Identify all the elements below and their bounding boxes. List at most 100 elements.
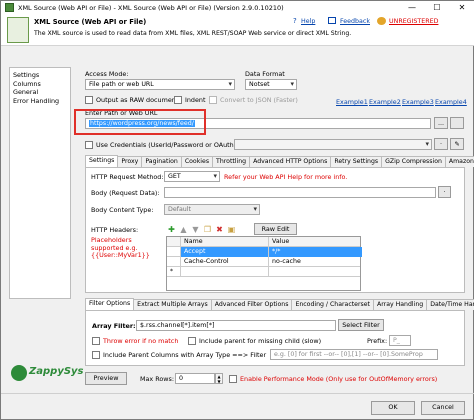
grid-header-row: Name Value xyxy=(167,237,360,247)
raw-document-checkbox[interactable] xyxy=(85,96,93,104)
preview-button[interactable]: Preview xyxy=(85,372,127,385)
access-mode-select[interactable]: File path or web URL xyxy=(85,79,235,90)
performance-mode-checkbox[interactable] xyxy=(229,375,237,383)
tab-amazon[interactable]: Amazon A xyxy=(444,156,474,167)
body-edit-button[interactable]: · xyxy=(438,186,451,198)
grid-cell[interactable]: Accept xyxy=(181,247,269,257)
move-down-icon[interactable]: ▼ xyxy=(191,225,200,234)
raw-edit-button[interactable]: Raw Edit xyxy=(254,223,297,235)
include-parent-checkbox[interactable] xyxy=(188,337,196,345)
tab-pagination[interactable]: Pagination xyxy=(141,156,182,167)
placeholder-hint: Placeholders supported e.g. {{User::MyVa… xyxy=(91,236,150,259)
json-checkbox[interactable] xyxy=(209,96,217,104)
help-icon[interactable]: ? xyxy=(293,17,297,25)
header-title: XML Source (Web API or File) xyxy=(34,18,147,26)
minimize-button[interactable]: — xyxy=(399,1,425,14)
sidebar: Settings Columns General Error Handling xyxy=(9,67,71,299)
tab-encoding[interactable]: Encoding / Characterset xyxy=(291,299,374,310)
feedback-icon[interactable] xyxy=(328,17,336,24)
header-panel: XML Source (Web API or File) The XML sou… xyxy=(1,14,474,46)
include-parent-columns-label: Include Parent Columns with Array Type =… xyxy=(103,351,267,359)
variable-button[interactable] xyxy=(450,117,464,129)
delete-icon[interactable]: ✖ xyxy=(215,225,224,234)
headers-label: HTTP Headers: xyxy=(91,226,139,234)
table-row[interactable]: Cache-Control no-cache xyxy=(167,257,360,267)
header-description: The XML source is used to read data from… xyxy=(34,30,352,37)
example1-link[interactable]: Example1 xyxy=(336,98,368,106)
help-link[interactable]: Help xyxy=(301,18,315,25)
paste-icon[interactable]: ▣ xyxy=(227,225,236,234)
indent-checkbox[interactable] xyxy=(174,96,182,104)
tab-advanced-filter[interactable]: Advanced Filter Options xyxy=(210,299,293,310)
cancel-button[interactable]: Cancel xyxy=(421,401,465,415)
add-header-icon[interactable]: ✚ xyxy=(167,225,176,234)
sidebar-item-columns[interactable]: Columns xyxy=(13,80,67,89)
grid-cell[interactable]: Cache-Control xyxy=(181,257,269,267)
sidebar-item-general[interactable]: General xyxy=(13,88,67,97)
data-format-select[interactable]: Notset xyxy=(245,79,297,90)
example4-link[interactable]: Example4 xyxy=(435,98,467,106)
include-parent-label: Include parent for missing child (slow) xyxy=(199,337,322,345)
max-rows-input[interactable]: 0 xyxy=(175,373,215,384)
tab-extract-arrays[interactable]: Extract Multiple Arrays xyxy=(133,299,212,310)
include-parent-columns-checkbox[interactable] xyxy=(92,351,100,359)
tab-datetime[interactable]: Date/Time Handli xyxy=(426,299,474,310)
connection-new-button[interactable]: · xyxy=(434,138,448,150)
feedback-link[interactable]: Feedback xyxy=(340,18,370,25)
select-filter-label: Select Filter xyxy=(342,321,380,329)
main-window: XML Source (Web API or File) - XML Sourc… xyxy=(0,0,474,420)
unregistered-link[interactable]: UNREGISTERED xyxy=(389,18,438,25)
zappysys-logo-icon xyxy=(11,365,27,381)
browse-button[interactable]: ... xyxy=(434,117,448,129)
connection-select[interactable] xyxy=(234,139,432,150)
credentials-checkbox[interactable] xyxy=(85,141,93,149)
prefix-input[interactable]: P_ xyxy=(389,335,411,346)
parent-columns-filter-input[interactable]: e.g. [0] for first --or-- [0],[1] --or--… xyxy=(270,349,438,360)
tab-proxy[interactable]: Proxy xyxy=(117,156,143,167)
credentials-label: Use Credentials (UserId/Password or OAut… xyxy=(96,141,237,149)
table-row[interactable]: Accept */* xyxy=(167,247,362,257)
example2-link[interactable]: Example2 xyxy=(369,98,401,106)
tab-filter-options[interactable]: Filter Options xyxy=(85,298,135,310)
throw-error-checkbox[interactable] xyxy=(92,337,100,345)
tab-array-handling[interactable]: Array Handling xyxy=(372,299,428,310)
highlight-box xyxy=(74,109,206,135)
content-type-label: Body Content Type: xyxy=(91,206,154,214)
brand-name: ZappySys xyxy=(29,366,84,377)
sidebar-item-error-handling[interactable]: Error Handling xyxy=(13,97,67,106)
throw-error-label: Throw error if no match xyxy=(103,337,179,345)
preview-label: Preview xyxy=(93,374,119,382)
table-row-new[interactable]: * xyxy=(167,267,360,277)
select-filter-button[interactable]: Select Filter xyxy=(338,319,384,331)
ok-button[interactable]: OK xyxy=(371,401,415,415)
raw-edit-label: Raw Edit xyxy=(261,225,290,233)
content-type-select[interactable]: Default xyxy=(164,204,260,215)
grid-cell[interactable]: */* xyxy=(269,247,362,257)
body-input[interactable] xyxy=(164,187,436,198)
method-select[interactable]: GET xyxy=(164,171,220,182)
json-label: Convert to JSON (Faster) xyxy=(220,96,298,104)
tab-retry[interactable]: Retry Settings xyxy=(330,156,383,167)
window-title: XML Source (Web API or File) - XML Sourc… xyxy=(18,3,284,12)
filter-panel: Array Filter: $.rss.channel[*].item[*] S… xyxy=(85,310,465,366)
connection-edit-button[interactable]: ✎ xyxy=(450,138,464,150)
filter-tabs: Filter Options Extract Multiple Arrays A… xyxy=(85,298,474,310)
xml-source-icon xyxy=(7,17,29,43)
move-up-icon[interactable]: ▲ xyxy=(179,225,188,234)
close-button[interactable]: ✕ xyxy=(449,1,474,14)
maximize-button[interactable]: ☐ xyxy=(424,1,450,14)
settings-tabs: Settings Proxy Pagination Cookies Thrott… xyxy=(85,155,474,167)
tab-advanced-http[interactable]: Advanced HTTP Options xyxy=(249,156,332,167)
example3-link[interactable]: Example3 xyxy=(402,98,434,106)
grid-cell[interactable]: no-cache xyxy=(269,257,362,267)
tab-gzip[interactable]: GZip Compression xyxy=(381,156,446,167)
array-filter-input[interactable]: $.rss.channel[*].item[*] xyxy=(136,320,336,331)
tab-settings[interactable]: Settings xyxy=(85,155,119,167)
indent-label: Indent xyxy=(185,96,206,104)
max-rows-spinner[interactable]: ▲ ▼ xyxy=(215,373,223,384)
copy-icon[interactable]: ❐ xyxy=(203,225,212,234)
tab-throttling[interactable]: Throttling xyxy=(212,156,251,167)
sidebar-item-settings[interactable]: Settings xyxy=(13,71,67,80)
headers-grid[interactable]: Name Value Accept */* Cache-Control no-c… xyxy=(166,236,362,291)
tab-cookies[interactable]: Cookies xyxy=(180,156,214,167)
